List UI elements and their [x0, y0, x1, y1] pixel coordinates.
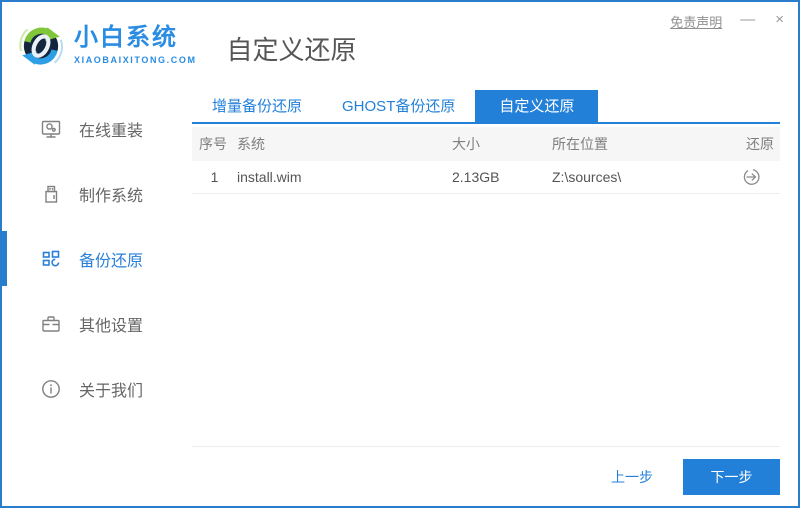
app-logo: 小白系统 XIAOBAIXITONG.COM: [16, 20, 197, 70]
col-header-index: 序号: [199, 136, 227, 152]
table-row: 1 install.wim 2.13GB Z:\sources\: [192, 161, 780, 194]
briefcase-icon: [40, 313, 62, 335]
header: 小白系统 XIAOBAIXITONG.COM 自定义还原 免责声明 — ×: [2, 2, 798, 88]
close-button[interactable]: ×: [773, 12, 786, 27]
tab-ghost-backup-restore[interactable]: GHOST备份还原: [322, 90, 475, 122]
page-title: 自定义还原: [226, 34, 357, 65]
info-icon: [40, 378, 62, 400]
app-window: 小白系统 XIAOBAIXITONG.COM 自定义还原 免责声明 — × 在线…: [0, 0, 800, 508]
tab-incremental-backup-restore[interactable]: 增量备份还原: [192, 90, 322, 122]
col-header-size: 大小: [452, 136, 480, 152]
sidebar-item-label: 其他设置: [79, 317, 144, 335]
tab-custom-restore[interactable]: 自定义还原: [475, 90, 599, 122]
minimize-button[interactable]: —: [738, 12, 757, 27]
sidebar-item-make-system[interactable]: 制作系统: [2, 161, 192, 226]
usb-icon: [40, 183, 62, 205]
disclaimer-link[interactable]: 免责声明: [670, 12, 722, 31]
sidebar: 在线重装 制作系统 备份还原 其他设置 关于我们: [2, 88, 192, 506]
col-header-restore: 还原: [746, 136, 774, 152]
footer: 上一步 下一步: [192, 446, 780, 506]
next-step-button[interactable]: 下一步: [683, 458, 780, 495]
restore-icon[interactable]: [742, 167, 762, 187]
cell-size: 2.13GB: [452, 169, 500, 185]
monitor-icon: [40, 118, 62, 140]
logo-swirl-icon: [19, 27, 64, 65]
body: 在线重装 制作系统 备份还原 其他设置 关于我们 增量备份还原 GHOST备份还…: [2, 88, 798, 506]
sidebar-item-online-reinstall[interactable]: 在线重装: [2, 96, 192, 161]
cell-index: 1: [210, 169, 219, 185]
col-header-system: 系统: [237, 136, 265, 152]
cell-location: Z:\sources\: [552, 169, 622, 185]
sidebar-item-about-us[interactable]: 关于我们: [2, 356, 192, 421]
brand-domain: XIAOBAIXITONG.COM: [74, 54, 197, 65]
sidebar-item-label: 在线重装: [79, 122, 144, 140]
sidebar-item-label: 备份还原: [79, 252, 144, 270]
cell-system: install.wim: [237, 169, 302, 185]
sidebar-item-label: 关于我们: [79, 382, 144, 400]
logo-text: 小白系统 XIAOBAIXITONG.COM: [74, 24, 197, 65]
sidebar-item-other-settings[interactable]: 其他设置: [2, 291, 192, 356]
brand-name: 小白系统: [74, 24, 178, 52]
window-controls: 免责声明 — ×: [670, 10, 786, 31]
tiles-icon: [40, 248, 62, 270]
sidebar-item-backup-restore[interactable]: 备份还原: [2, 226, 192, 291]
previous-step-button[interactable]: 上一步: [611, 467, 653, 487]
backup-table: 序号 系统 大小 所在位置 还原 1 install.wim 2.13GB Z:…: [192, 127, 780, 194]
tab-bar: 增量备份还原 GHOST备份还原 自定义还原: [192, 90, 780, 124]
content: 增量备份还原 GHOST备份还原 自定义还原 序号 系统 大小 所在位置 还原 …: [192, 88, 798, 506]
table-header-row: 序号 系统 大小 所在位置 还原: [192, 127, 780, 161]
col-header-location: 所在位置: [552, 136, 608, 152]
sidebar-item-label: 制作系统: [79, 187, 144, 205]
